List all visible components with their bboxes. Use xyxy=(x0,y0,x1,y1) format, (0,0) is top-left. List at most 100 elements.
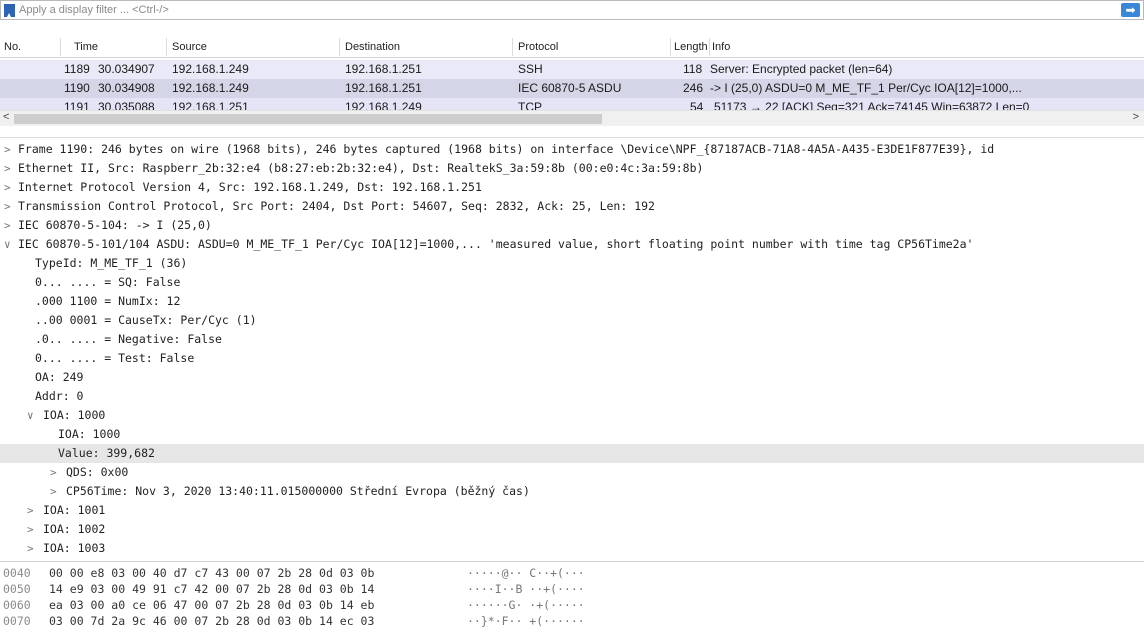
tree-item[interactable]: IOA: 1000 xyxy=(0,425,1144,444)
column-header-length[interactable]: Length xyxy=(674,40,708,54)
packet-protocol: SSH xyxy=(518,62,543,76)
packet-length: 246 xyxy=(683,81,704,95)
packet-info: Server: Encrypted packet (len=64) xyxy=(710,62,893,76)
packet-bytes-pane: 0040 00 00 e8 03 00 40 d7 c7 43 00 07 2b … xyxy=(0,561,1144,632)
tree-item-label: Addr: 0 xyxy=(35,389,84,403)
packet-details-tree: > Frame 1190: 246 bytes on wire (1968 bit… xyxy=(0,137,1144,558)
expand-down-icon[interactable]: ∨ xyxy=(4,235,11,254)
tree-item-label: Transmission Control Protocol, Src Port:… xyxy=(18,199,655,213)
tree-item[interactable]: > Frame 1190: 246 bytes on wire (1968 bit… xyxy=(0,140,1144,159)
tree-item-label: Value: 399,682 xyxy=(58,446,155,460)
tree-item-label: IEC 60870-5-101/104 ASDU: ASDU=0 M_ME_TF… xyxy=(18,237,974,251)
bytes-row[interactable]: 0050 14 e9 03 00 49 91 c7 42 00 07 2b 28 … xyxy=(0,581,1144,597)
column-header-source[interactable]: Source xyxy=(172,40,207,54)
tree-item-label: TypeId: M_ME_TF_1 (36) xyxy=(35,256,188,270)
packet-time: 30.034907 xyxy=(98,62,155,76)
display-filter-input[interactable]: Apply a display filter ... <Ctrl-/> xyxy=(19,2,169,18)
tree-item[interactable]: ∨ IEC 60870-5-101/104 ASDU: ASDU=0 M_ME_T… xyxy=(0,235,1144,254)
column-header-protocol[interactable]: Protocol xyxy=(518,40,558,54)
tree-item-label: 0... .... = SQ: False xyxy=(35,275,181,289)
bookmark-icon[interactable] xyxy=(4,4,15,17)
packet-protocol: IEC 60870-5 ASDU xyxy=(518,81,622,95)
column-header-info[interactable]: Info xyxy=(712,40,730,54)
tree-item[interactable]: > Transmission Control Protocol, Src Port… xyxy=(0,197,1144,216)
bytes-offset: 0040 xyxy=(3,566,31,580)
tree-item[interactable]: > IOA: 1003 xyxy=(0,539,1144,558)
tree-item-label: .0.. .... = Negative: False xyxy=(35,332,222,346)
expand-right-icon[interactable]: > xyxy=(4,159,11,178)
tree-item-label: IOA: 1003 xyxy=(43,541,106,555)
expand-right-icon[interactable]: > xyxy=(4,140,11,159)
bytes-offset: 0070 xyxy=(3,614,31,628)
apply-filter-button[interactable]: ➡ xyxy=(1121,3,1140,17)
tree-item-label: ..00 0001 = CauseTx: Per/Cyc (1) xyxy=(35,313,257,327)
bytes-row[interactable]: 0040 00 00 e8 03 00 40 d7 c7 43 00 07 2b … xyxy=(0,565,1144,581)
expand-right-icon[interactable]: > xyxy=(27,539,34,558)
tree-item-label: IOA: 1002 xyxy=(43,522,106,536)
column-header-destination[interactable]: Destination xyxy=(345,40,400,54)
expand-right-icon[interactable]: > xyxy=(4,216,11,235)
tree-item[interactable]: Value: 399,682 xyxy=(0,444,1144,463)
tree-item[interactable]: TypeId: M_ME_TF_1 (36) xyxy=(0,254,1144,273)
tree-item[interactable]: > QDS: 0x00 xyxy=(0,463,1144,482)
tree-item-label: Frame 1190: 246 bytes on wire (1968 bits… xyxy=(18,142,995,156)
packet-row[interactable]: 1190 30.034908 192.168.1.249 192.168.1.2… xyxy=(0,79,1144,98)
tree-item[interactable]: .000 1100 = NumIx: 12 xyxy=(0,292,1144,311)
tree-item[interactable]: OA: 249 xyxy=(0,368,1144,387)
expand-down-icon[interactable]: ∨ xyxy=(27,406,34,425)
tree-item-label: OA: 249 xyxy=(35,370,84,384)
tree-item[interactable]: 0... .... = SQ: False xyxy=(0,273,1144,292)
tree-item-label: 0... .... = Test: False xyxy=(35,351,195,365)
expand-right-icon[interactable]: > xyxy=(27,501,34,520)
tree-item-label: QDS: 0x00 xyxy=(66,465,129,479)
expand-right-icon[interactable]: > xyxy=(4,178,11,197)
tree-item[interactable]: > IOA: 1002 xyxy=(0,520,1144,539)
packet-no: 1190 xyxy=(64,81,90,95)
packet-list-hscrollbar[interactable]: < > xyxy=(0,110,1144,126)
bytes-ascii: ··}*·F·· +(······ xyxy=(467,614,585,628)
tree-item-label: IEC 60870-5-104: -> I (25,0) xyxy=(18,218,212,232)
bytes-hex: 00 00 e8 03 00 40 d7 c7 43 00 07 2b 28 0… xyxy=(49,566,375,580)
bytes-row[interactable]: 0070 03 00 7d 2a 9c 46 00 07 2b 28 0d 03 … xyxy=(0,613,1144,629)
tree-item-label: .000 1100 = NumIx: 12 xyxy=(35,294,181,308)
packet-source: 192.168.1.249 xyxy=(172,62,249,76)
bytes-row[interactable]: 0060 ea 03 00 a0 ce 06 47 00 07 2b 28 0d … xyxy=(0,597,1144,613)
bytes-ascii: ····I··B ··+(···· xyxy=(467,582,585,596)
tree-item-label: IOA: 1001 xyxy=(43,503,106,517)
scroll-left-icon[interactable]: < xyxy=(3,111,9,123)
scrollbar-thumb[interactable] xyxy=(14,114,602,124)
packet-info: -> I (25,0) ASDU=0 M_ME_TF_1 Per/Cyc IOA… xyxy=(710,81,1022,95)
packet-list-header: No. Time Source Destination Protocol Len… xyxy=(0,36,1144,58)
display-filter-bar: Apply a display filter ... <Ctrl-/> ➡ xyxy=(0,0,1144,20)
tree-item[interactable]: .0.. .... = Negative: False xyxy=(0,330,1144,349)
expand-right-icon[interactable]: > xyxy=(50,463,57,482)
packet-destination: 192.168.1.251 xyxy=(345,62,422,76)
packet-no: 1189 xyxy=(64,62,90,76)
packet-time: 30.034908 xyxy=(98,81,155,95)
tree-item[interactable]: Addr: 0 xyxy=(0,387,1144,406)
tree-item[interactable]: 0... .... = Test: False xyxy=(0,349,1144,368)
tree-item[interactable]: ∨ IOA: 1000 xyxy=(0,406,1144,425)
bytes-ascii: ······G· ·+(····· xyxy=(467,598,585,612)
tree-item[interactable]: > CP56Time: Nov 3, 2020 13:40:11.01500000… xyxy=(0,482,1144,501)
tree-item-label: CP56Time: Nov 3, 2020 13:40:11.015000000… xyxy=(66,484,530,498)
packet-destination: 192.168.1.251 xyxy=(345,81,422,95)
column-header-time[interactable]: Time xyxy=(74,40,98,54)
packet-source: 192.168.1.249 xyxy=(172,81,249,95)
tree-item[interactable]: > IOA: 1001 xyxy=(0,501,1144,520)
expand-right-icon[interactable]: > xyxy=(50,482,57,501)
tree-item[interactable]: > IEC 60870-5-104: -> I (25,0) xyxy=(0,216,1144,235)
bytes-offset: 0050 xyxy=(3,582,31,596)
packet-length: 118 xyxy=(683,62,703,76)
tree-item[interactable]: > Ethernet II, Src: Raspberr_2b:32:e4 (b8… xyxy=(0,159,1144,178)
tree-item[interactable]: ..00 0001 = CauseTx: Per/Cyc (1) xyxy=(0,311,1144,330)
expand-right-icon[interactable]: > xyxy=(4,197,11,216)
expand-right-icon[interactable]: > xyxy=(27,520,34,539)
bytes-hex: 14 e9 03 00 49 91 c7 42 00 07 2b 28 0d 0… xyxy=(49,582,375,596)
scroll-right-icon[interactable]: > xyxy=(1133,111,1139,123)
tree-item[interactable]: > Internet Protocol Version 4, Src: 192.1… xyxy=(0,178,1144,197)
column-header-no[interactable]: No. xyxy=(4,40,21,54)
bytes-hex: 03 00 7d 2a 9c 46 00 07 2b 28 0d 03 0b 1… xyxy=(49,614,375,628)
bytes-hex: ea 03 00 a0 ce 06 47 00 07 2b 28 0d 03 0… xyxy=(49,598,375,612)
packet-row[interactable]: 1189 30.034907 192.168.1.249 192.168.1.2… xyxy=(0,60,1144,79)
